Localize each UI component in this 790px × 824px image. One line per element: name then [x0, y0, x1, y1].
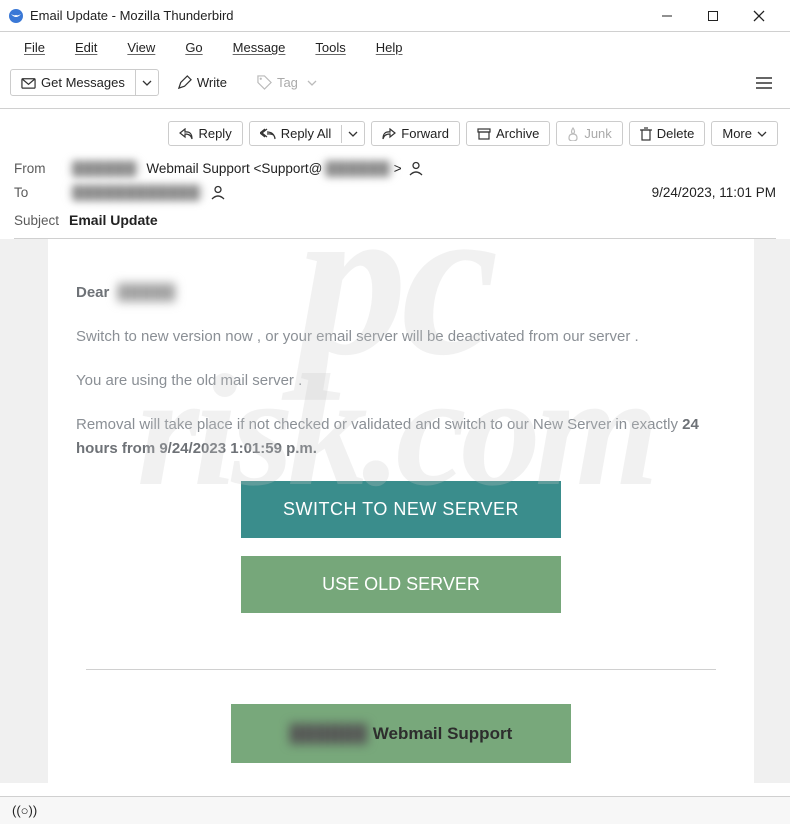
forward-button[interactable]: Forward [371, 121, 460, 146]
message-datetime: 9/24/2023, 11:01 PM [652, 185, 776, 200]
pencil-icon [177, 75, 192, 90]
use-old-server-button[interactable]: USE OLD SERVER [241, 556, 561, 613]
menu-edit[interactable]: Edit [61, 36, 111, 59]
archive-icon [477, 128, 491, 140]
app-menu-button[interactable] [748, 70, 780, 96]
inbox-icon [21, 75, 36, 90]
titlebar: Email Update - Mozilla Thunderbird [0, 0, 790, 32]
greeting: Dear █████ [76, 281, 726, 305]
message-header: From ██████ Webmail Support <Support@███… [0, 156, 790, 239]
reply-all-icon [260, 128, 276, 140]
subject-label: Subject [14, 213, 69, 228]
junk-button[interactable]: Junk [556, 121, 622, 146]
activity-indicator: ((○)) [12, 803, 37, 818]
switch-new-server-button[interactable]: SWITCH TO NEW SERVER [241, 481, 561, 538]
menubar: File Edit View Go Message Tools Help [0, 32, 790, 63]
close-button[interactable] [736, 2, 782, 30]
delete-button[interactable]: Delete [629, 121, 706, 146]
body-paragraph: Removal will take place if not checked o… [76, 413, 726, 461]
from-label: From [14, 161, 69, 176]
subject-value: Email Update [69, 212, 158, 228]
tag-button[interactable]: Tag [247, 70, 327, 95]
body-paragraph: Switch to new version now , or your emai… [76, 325, 726, 349]
window-title: Email Update - Mozilla Thunderbird [30, 8, 234, 23]
message-body-area: Dear █████ Switch to new version now , o… [0, 239, 790, 783]
from-value: Webmail Support <Support@██████> [146, 161, 401, 176]
chevron-down-icon [757, 129, 767, 139]
thunderbird-icon [8, 8, 24, 24]
tag-icon [257, 75, 272, 90]
reply-button[interactable]: Reply [168, 121, 242, 146]
get-messages-button[interactable]: Get Messages [10, 69, 159, 96]
trash-icon [640, 127, 652, 141]
to-redacted: ████████████ [69, 185, 204, 200]
chevron-down-icon [307, 78, 317, 88]
reply-icon [179, 128, 193, 140]
footer-band: ██████ Webmail Support [231, 704, 571, 763]
maximize-button[interactable] [690, 2, 736, 30]
menu-file[interactable]: File [10, 36, 59, 59]
more-button[interactable]: More [711, 121, 778, 146]
reply-all-dropdown[interactable] [341, 125, 364, 143]
body-paragraph: You are using the old mail server . [76, 369, 726, 393]
menu-message[interactable]: Message [219, 36, 300, 59]
reply-all-button[interactable]: Reply All [249, 121, 366, 146]
write-button[interactable]: Write [167, 70, 237, 95]
contact-icon[interactable] [210, 184, 226, 200]
from-redacted: ██████ [69, 161, 140, 176]
contact-icon[interactable] [408, 160, 424, 176]
menu-help[interactable]: Help [362, 36, 417, 59]
minimize-button[interactable] [644, 2, 690, 30]
forward-icon [382, 128, 396, 140]
to-label: To [14, 185, 69, 200]
main-toolbar: Get Messages Write Tag [0, 63, 790, 109]
status-bar: ((○)) [0, 796, 790, 824]
archive-button[interactable]: Archive [466, 121, 550, 146]
divider [86, 669, 716, 670]
menu-tools[interactable]: Tools [301, 36, 359, 59]
get-messages-dropdown[interactable] [135, 70, 158, 95]
menu-view[interactable]: View [113, 36, 169, 59]
message-actions: Reply Reply All Forward Archive Junk Del… [0, 109, 790, 156]
flame-icon [567, 127, 579, 141]
menu-go[interactable]: Go [171, 36, 216, 59]
